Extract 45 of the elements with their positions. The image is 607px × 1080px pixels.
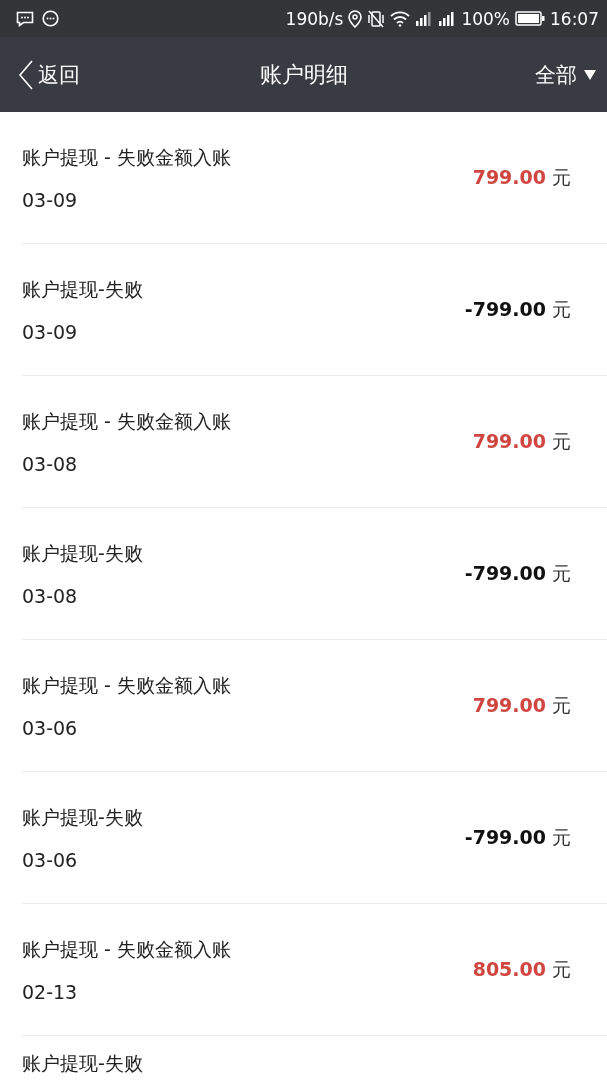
battery-icon	[515, 11, 545, 26]
record-title: 账户提现 - 失败金额入账	[22, 672, 231, 698]
clock: 16:07	[550, 8, 599, 29]
record-amount: 805.00	[472, 957, 546, 980]
record-title: 账户提现-失败	[22, 804, 143, 830]
record-title: 账户提现 - 失败金额入账	[22, 408, 231, 434]
record-date: 03-06	[22, 716, 79, 739]
record-date: 02-13	[22, 980, 79, 1003]
signal-icon	[415, 10, 434, 27]
record-date: 03-08	[22, 452, 79, 475]
back-chevron-icon	[18, 58, 34, 91]
record-date: 03-08	[22, 584, 79, 607]
caret-icon	[583, 68, 597, 81]
currency-unit: 元	[552, 428, 571, 454]
record-date: 03-09	[22, 320, 79, 343]
currency-unit: 元	[552, 956, 571, 982]
record-amount: 799.00	[472, 429, 546, 452]
record-title: 账户提现 - 失败金额入账	[22, 144, 231, 170]
wifi-icon	[390, 10, 411, 27]
record-amount: 799.00	[472, 693, 546, 716]
signal-icon	[438, 10, 457, 27]
record-amount: -799.00	[464, 297, 546, 320]
location-icon	[348, 9, 363, 28]
message-icon	[16, 10, 34, 27]
record-amount: -799.00	[464, 561, 546, 584]
currency-unit: 元	[552, 560, 571, 586]
back-button[interactable]: 返回	[18, 58, 80, 91]
network-speed: 190b/s	[285, 8, 344, 29]
record-amount: -799.00	[464, 825, 546, 848]
record-date: 03-09	[22, 188, 79, 211]
battery-percent: 100%	[461, 8, 510, 29]
record-title: 账户提现-失败	[22, 1051, 143, 1076]
record-title: 账户提现-失败	[22, 540, 143, 566]
record-date: 03-06	[22, 848, 79, 871]
vibrate-off-icon	[367, 9, 386, 28]
record-title: 账户提现 - 失败金额入账	[22, 936, 231, 962]
currency-unit: 元	[552, 824, 571, 850]
currency-unit: 元	[552, 692, 571, 718]
filter-dropdown[interactable]: 全部	[535, 60, 597, 89]
currency-unit: 元	[552, 296, 571, 322]
currency-unit: 元	[552, 164, 571, 190]
more-icon	[42, 10, 59, 27]
record-amount: 799.00	[472, 165, 546, 188]
page-title: 账户明细	[259, 60, 348, 89]
record-title: 账户提现-失败	[22, 276, 143, 302]
